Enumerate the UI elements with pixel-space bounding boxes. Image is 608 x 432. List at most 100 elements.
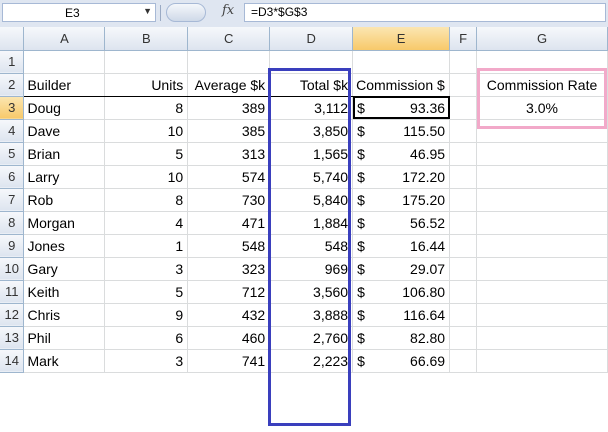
commission-rate-label[interactable]: Commission Rate: [476, 73, 608, 97]
column-header-d[interactable]: D: [269, 27, 354, 51]
cell-g14[interactable]: [476, 349, 608, 373]
cell-f12[interactable]: [449, 303, 478, 327]
cell-f6[interactable]: [449, 165, 478, 189]
cell-g12[interactable]: [476, 303, 608, 327]
builder-cell[interactable]: Chris: [23, 303, 106, 327]
cell-f8[interactable]: [449, 211, 478, 235]
average-cell[interactable]: 712: [187, 280, 271, 304]
builder-cell[interactable]: Gary: [23, 257, 106, 281]
builder-cell[interactable]: Jones: [23, 234, 106, 258]
cell-f1[interactable]: [449, 50, 478, 74]
row-header-10[interactable]: 10: [0, 257, 25, 281]
chevron-down-icon[interactable]: ▼: [143, 6, 152, 16]
row-header-9[interactable]: 9: [0, 234, 25, 258]
cell-f3[interactable]: [449, 96, 478, 120]
select-all-corner[interactable]: [0, 27, 25, 51]
average-cell[interactable]: 730: [187, 188, 271, 212]
cell-f10[interactable]: [449, 257, 478, 281]
commission-cell[interactable]: $29.07: [352, 257, 451, 281]
units-cell[interactable]: 8: [104, 188, 189, 212]
average-cell[interactable]: 313: [187, 142, 271, 166]
total-cell[interactable]: 3,888: [269, 303, 354, 327]
row-header-14[interactable]: 14: [0, 349, 25, 373]
name-box[interactable]: E3 ▼: [2, 3, 156, 22]
cell-b1[interactable]: [104, 50, 189, 74]
column-header-a[interactable]: A: [23, 27, 106, 51]
total-cell[interactable]: 5,840: [269, 188, 354, 212]
column-header-g[interactable]: G: [476, 27, 608, 51]
row-header-8[interactable]: 8: [0, 211, 25, 235]
cell-f13[interactable]: [449, 326, 478, 350]
function-icon[interactable]: fx: [222, 3, 234, 18]
average-cell[interactable]: 385: [187, 119, 271, 143]
cell-g9[interactable]: [476, 234, 608, 258]
commission-cell[interactable]: $116.64: [352, 303, 451, 327]
units-cell[interactable]: 6: [104, 326, 189, 350]
cell-f11[interactable]: [449, 280, 478, 304]
total-cell[interactable]: 2,223: [269, 349, 354, 373]
builder-cell[interactable]: Phil: [23, 326, 106, 350]
cell-g1[interactable]: [476, 50, 608, 74]
commission-cell[interactable]: $16.44: [352, 234, 451, 258]
builder-cell[interactable]: Dave: [23, 119, 106, 143]
average-cell[interactable]: 741: [187, 349, 271, 373]
units-header[interactable]: Units: [104, 73, 189, 97]
column-header-e[interactable]: E: [352, 27, 451, 51]
cell-g4[interactable]: [476, 119, 608, 143]
units-cell[interactable]: 1: [104, 234, 189, 258]
units-cell[interactable]: 4: [104, 211, 189, 235]
average-cell[interactable]: 548: [187, 234, 271, 258]
row-header-4[interactable]: 4: [0, 119, 25, 143]
cell-g8[interactable]: [476, 211, 608, 235]
units-cell[interactable]: 9: [104, 303, 189, 327]
commission-cell[interactable]: $46.95: [352, 142, 451, 166]
cell-f5[interactable]: [449, 142, 478, 166]
builder-cell[interactable]: Morgan: [23, 211, 106, 235]
column-header-f[interactable]: F: [449, 27, 478, 51]
units-cell[interactable]: 3: [104, 349, 189, 373]
total-header[interactable]: Total $k: [269, 73, 354, 97]
average-cell[interactable]: 432: [187, 303, 271, 327]
units-cell[interactable]: 5: [104, 142, 189, 166]
cell-f2[interactable]: [449, 73, 478, 97]
row-header-12[interactable]: 12: [0, 303, 25, 327]
average-cell[interactable]: 460: [187, 326, 271, 350]
commission-cell[interactable]: $172.20: [352, 165, 451, 189]
cell-g7[interactable]: [476, 188, 608, 212]
row-header-5[interactable]: 5: [0, 142, 25, 166]
formula-bar-resize-handle[interactable]: [166, 3, 206, 22]
row-header-3[interactable]: 3: [0, 96, 25, 120]
units-cell[interactable]: 10: [104, 165, 189, 189]
units-cell[interactable]: 8: [104, 96, 189, 120]
total-cell[interactable]: 2,760: [269, 326, 354, 350]
total-cell[interactable]: 1,565: [269, 142, 354, 166]
formula-input[interactable]: =D3*$G$3: [244, 3, 606, 22]
cell-d1[interactable]: [269, 50, 354, 74]
units-cell[interactable]: 3: [104, 257, 189, 281]
commission-cell[interactable]: $93.36: [352, 96, 451, 120]
commission-cell[interactable]: $56.52: [352, 211, 451, 235]
cell-g5[interactable]: [476, 142, 608, 166]
units-cell[interactable]: 5: [104, 280, 189, 304]
average-header[interactable]: Average $k: [187, 73, 271, 97]
cell-g11[interactable]: [476, 280, 608, 304]
builder-cell[interactable]: Rob: [23, 188, 106, 212]
row-header-6[interactable]: 6: [0, 165, 25, 189]
builder-cell[interactable]: Mark: [23, 349, 106, 373]
total-cell[interactable]: 1,884: [269, 211, 354, 235]
commission-rate-value[interactable]: 3.0%: [476, 96, 608, 120]
row-header-2[interactable]: 2: [0, 73, 25, 97]
column-header-c[interactable]: C: [187, 27, 271, 51]
total-cell[interactable]: 969: [269, 257, 354, 281]
commission-cell[interactable]: $115.50: [352, 119, 451, 143]
commission-header[interactable]: Commission $: [352, 73, 451, 97]
total-cell[interactable]: 3,112: [269, 96, 354, 120]
cell-e1[interactable]: [352, 50, 451, 74]
commission-cell[interactable]: $175.20: [352, 188, 451, 212]
total-cell[interactable]: 3,850: [269, 119, 354, 143]
average-cell[interactable]: 574: [187, 165, 271, 189]
average-cell[interactable]: 323: [187, 257, 271, 281]
builder-cell[interactable]: Brian: [23, 142, 106, 166]
cell-c1[interactable]: [187, 50, 271, 74]
cell-g6[interactable]: [476, 165, 608, 189]
